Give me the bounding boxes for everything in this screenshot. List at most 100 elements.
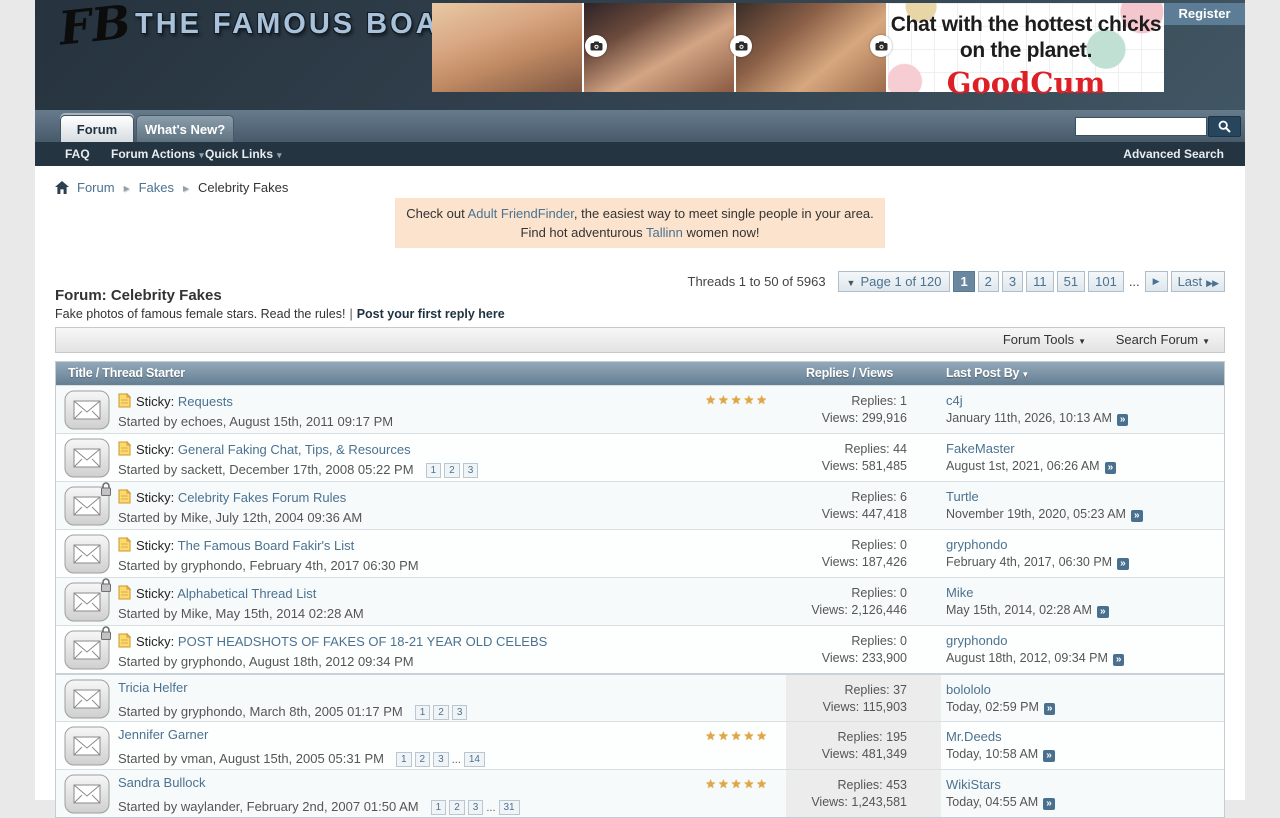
page-button[interactable]: 51 (1057, 271, 1085, 292)
thread-page-link[interactable]: 1 (431, 800, 447, 815)
last-post-user-link[interactable]: gryphondo (946, 537, 1129, 552)
thread-page-link[interactable]: 3 (468, 800, 484, 815)
replies-count: Replies: 195 (786, 729, 907, 746)
page-button[interactable]: 101 (1088, 271, 1124, 292)
last-post-user-link[interactable]: c4j (946, 393, 1128, 408)
page-button[interactable]: 2 (978, 271, 999, 292)
thread-title-link[interactable]: Jennifer Garner (118, 727, 208, 742)
table-row: Sticky: RequestsStarted by echoes, Augus… (56, 385, 1224, 433)
last-post-user-link[interactable]: Mr.Deeds (946, 729, 1055, 744)
page-button[interactable]: 1 (953, 271, 974, 292)
thread-title-link[interactable]: Celebrity Fakes Forum Rules (178, 490, 346, 505)
goto-last-post-icon[interactable]: » (1117, 414, 1129, 426)
breadcrumb-link-forum[interactable]: Forum (77, 180, 115, 195)
thread-title-link[interactable]: The Famous Board Fakir's List (178, 538, 355, 553)
replies-count: Replies: 453 (786, 777, 907, 794)
last-post-user-link[interactable]: bolololo (946, 682, 1055, 697)
thread-title-link[interactable]: General Faking Chat, Tips, & Resources (178, 442, 411, 457)
thread-page-link[interactable]: 2 (444, 463, 460, 478)
search-input[interactable] (1075, 117, 1207, 136)
thread-page-link[interactable]: 1 (426, 463, 442, 478)
thread-title-link[interactable]: Tricia Helfer (118, 680, 188, 695)
search-forum-menu[interactable]: Search Forum▼ (1116, 332, 1210, 347)
thread-table: Title / Thread Starter Replies / Views L… (55, 361, 1225, 818)
camera-icon (730, 35, 752, 57)
chevron-down-icon: ▾ (199, 150, 204, 160)
forum-tools-menu[interactable]: Forum Tools▼ (1003, 332, 1086, 347)
column-replies-views[interactable]: Replies / Views (806, 362, 893, 385)
page-button[interactable]: 3 (1002, 271, 1023, 292)
breadcrumb-link-fakes[interactable]: Fakes (139, 180, 174, 195)
thread-page-link[interactable]: 3 (433, 752, 449, 767)
thread-page-link[interactable]: 2 (449, 800, 465, 815)
thread-title-line: Jennifer Garner (118, 727, 764, 744)
ellipsis: ... (452, 754, 461, 766)
nav-link-forum-actions[interactable]: Forum Actions▾ (111, 142, 204, 167)
first-reply-link[interactable]: Post your first reply here (357, 307, 505, 321)
thread-title-line: Tricia Helfer (118, 680, 764, 697)
thread-page-link[interactable]: 14 (464, 752, 485, 767)
pagination-ellipsis: ... (1129, 274, 1140, 289)
thread-page-link[interactable]: 1 (396, 752, 412, 767)
thread-page-link[interactable]: 31 (499, 800, 520, 815)
last-post-user-link[interactable]: FakeMaster (946, 441, 1116, 456)
goto-last-post-icon[interactable]: » (1105, 462, 1117, 474)
thread-page-links: 123 (412, 704, 468, 719)
divider: | (349, 307, 352, 321)
goto-last-post-icon[interactable]: » (1117, 558, 1129, 570)
envelope-icon (64, 390, 110, 433)
goto-last-post-icon[interactable]: » (1097, 606, 1109, 618)
nav-tab-bar: Forum What's New? (35, 110, 1245, 142)
next-page-button[interactable]: ▶ (1145, 271, 1168, 292)
goto-last-post-icon[interactable]: » (1113, 654, 1125, 666)
adult-friendfinder-link[interactable]: Adult FriendFinder (468, 206, 574, 221)
table-row: Sticky: POST HEADSHOTS OF FAKES OF 18-21… (56, 625, 1224, 673)
last-post-user-link[interactable]: Mike (946, 585, 1109, 600)
camera-icon (870, 35, 892, 57)
goto-last-post-icon[interactable]: » (1043, 750, 1055, 762)
page-button[interactable]: 11 (1026, 271, 1054, 292)
nav-link-quick-links[interactable]: Quick Links▾ (205, 142, 282, 167)
search-button[interactable] (1208, 116, 1241, 137)
last-post-user-link[interactable]: gryphondo (946, 633, 1124, 648)
tallinn-link[interactable]: Tallinn (646, 225, 683, 240)
fb-logo[interactable]: FB (56, 0, 133, 56)
replies-count: Replies: 44 (786, 441, 907, 458)
banner-ad[interactable]: Chat with the hottest chicks on the plan… (432, 3, 1164, 92)
ellipsis: ... (486, 802, 495, 814)
envelope-lock-icon (64, 486, 110, 529)
last-post-date: May 15th, 2014, 02:28 AM» (946, 603, 1109, 618)
thread-page-link[interactable]: 1 (415, 705, 431, 720)
chevron-down-icon: ▼ (1078, 337, 1086, 346)
thread-title-link[interactable]: Sandra Bullock (118, 775, 205, 790)
page-selector[interactable]: ▼Page 1 of 120 (838, 271, 951, 292)
thread-title-link[interactable]: Requests (178, 394, 233, 409)
table-row: Tricia HelferStarted by gryphondo, March… (56, 673, 1224, 721)
tab-whats-new[interactable]: What's New? (136, 115, 234, 142)
home-icon[interactable] (55, 181, 69, 194)
column-last-post-by[interactable]: Last Post By▼ (946, 362, 1029, 386)
thread-page-link[interactable]: 2 (433, 705, 449, 720)
last-post-user-link[interactable]: WikiStars (946, 777, 1055, 792)
replies-count: Replies: 1 (786, 393, 907, 410)
nav-link-faq[interactable]: FAQ (65, 142, 90, 166)
thread-title-link[interactable]: POST HEADSHOTS OF FAKES OF 18-21 YEAR OL… (178, 634, 547, 649)
notice-text: , the easiest way to meet single people … (574, 206, 874, 221)
last-post-date: Today, 02:59 PM» (946, 700, 1055, 715)
advanced-search-link[interactable]: Advanced Search (1123, 142, 1224, 166)
register-button[interactable]: Register (1164, 3, 1245, 25)
last-post-date: November 19th, 2020, 05:23 AM» (946, 507, 1143, 522)
thread-page-link[interactable]: 2 (415, 752, 431, 767)
last-post-user-link[interactable]: Turtle (946, 489, 1143, 504)
goto-last-post-icon[interactable]: » (1131, 510, 1143, 522)
thread-page-link[interactable]: 3 (452, 705, 468, 720)
goto-last-post-icon[interactable]: » (1044, 703, 1056, 715)
thread-title-link[interactable]: Alphabetical Thread List (177, 586, 316, 601)
last-page-button[interactable]: Last▶▶ (1171, 271, 1225, 292)
thread-page-link[interactable]: 3 (463, 463, 479, 478)
tab-forum[interactable]: Forum (60, 115, 134, 142)
thread-main: Sandra BullockStarted by waylander, Febr… (118, 775, 764, 815)
column-title-thread-starter[interactable]: Title / Thread Starter (68, 362, 185, 385)
thread-stats: Replies: 37Views: 115,903 (786, 675, 941, 721)
last-post-date: Today, 04:55 AM» (946, 795, 1055, 810)
